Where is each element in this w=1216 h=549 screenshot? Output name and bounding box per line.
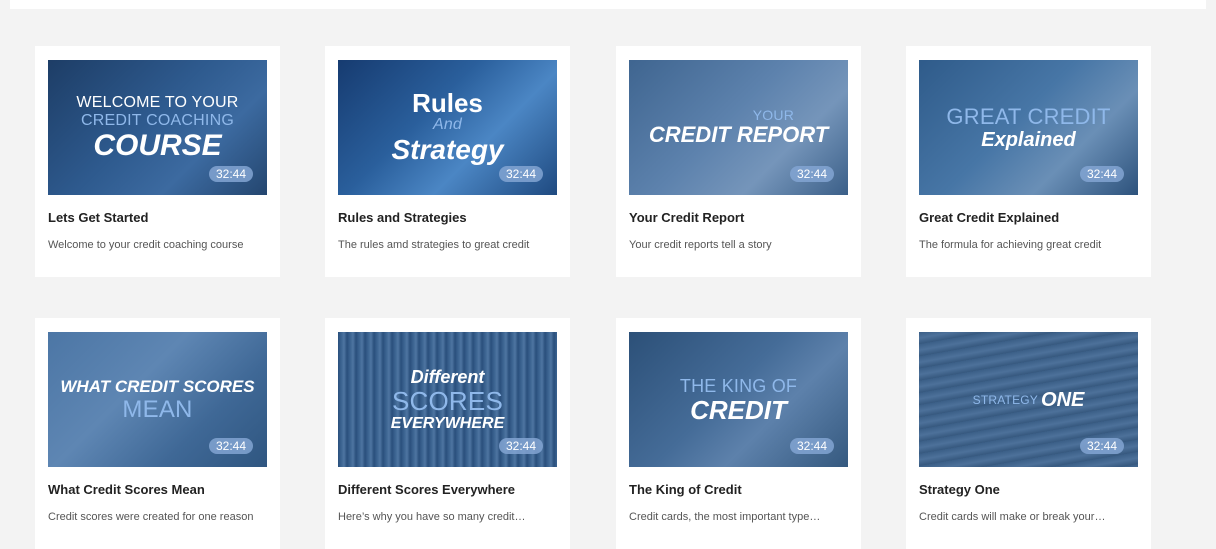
course-thumbnail[interactable]: WHAT CREDIT SCORES MEAN 32:44 bbox=[48, 332, 267, 467]
thumbnail-text-line1: WHAT CREDIT SCORES bbox=[60, 376, 255, 396]
duration-badge: 32:44 bbox=[208, 438, 253, 454]
course-thumbnail[interactable]: Different SCORES EVERYWHERE 32:44 bbox=[338, 332, 557, 467]
course-title[interactable]: Your Credit Report bbox=[629, 210, 854, 225]
course-description: Your credit reports tell a story bbox=[629, 239, 772, 251]
course-card[interactable]: WELCOME TO YOUR CREDIT COACHING COURSE 3… bbox=[35, 46, 280, 277]
course-description: Here’s why you have so many credit… bbox=[338, 511, 526, 523]
thumbnail-text-line3: Strategy bbox=[391, 133, 504, 165]
thumbnail-text-line2: Explained bbox=[981, 128, 1076, 151]
thumbnail-text-line1: STRATEGY bbox=[972, 392, 1039, 407]
course-description: Credit cards will make or break your… bbox=[919, 511, 1106, 523]
thumbnail-text-line1: THE KING OF bbox=[679, 375, 798, 396]
course-thumbnail[interactable]: STRATEGY ONE 32:44 bbox=[919, 332, 1138, 467]
course-thumbnail[interactable]: THE KING OF CREDIT 32:44 bbox=[629, 332, 848, 467]
course-card[interactable]: WHAT CREDIT SCORES MEAN 32:44 What Credi… bbox=[35, 318, 280, 549]
course-thumbnail[interactable]: GREAT CREDIT Explained 32:44 bbox=[919, 60, 1138, 195]
course-description: Welcome to your credit coaching course bbox=[48, 239, 244, 251]
course-grid: WELCOME TO YOUR CREDIT COACHING COURSE 3… bbox=[0, 0, 1216, 549]
thumbnail-text-line1: Different bbox=[410, 366, 485, 387]
course-title[interactable]: Different Scores Everywhere bbox=[338, 482, 563, 497]
thumbnail-text-line3: EVERYWHERE bbox=[390, 414, 505, 432]
thumbnail-text-line3: COURSE bbox=[93, 128, 222, 162]
thumbnail-text-line1: Rules bbox=[412, 87, 483, 118]
course-title[interactable]: The King of Credit bbox=[629, 482, 854, 497]
thumbnail-text-line1: WELCOME TO YOUR bbox=[76, 93, 239, 111]
course-title[interactable]: Strategy One bbox=[919, 482, 1144, 497]
course-description: The rules amd strategies to great credit bbox=[338, 239, 530, 251]
duration-badge: 32:44 bbox=[1079, 438, 1124, 454]
duration-badge: 32:44 bbox=[208, 166, 253, 182]
thumbnail-text-line2: CREDIT COACHING bbox=[81, 111, 234, 129]
thumbnail-text-line2: MEAN bbox=[122, 395, 193, 423]
duration-badge: 32:44 bbox=[1079, 166, 1124, 182]
course-card[interactable]: Rules And Strategy 32:44 Rules and Strat… bbox=[325, 46, 570, 277]
course-thumbnail[interactable]: YOUR CREDIT REPORT 32:44 bbox=[629, 60, 848, 195]
course-card[interactable]: Different SCORES EVERYWHERE 32:44 Differ… bbox=[325, 318, 570, 549]
thumbnail-text-line2: And bbox=[432, 115, 463, 133]
course-thumbnail[interactable]: Rules And Strategy 32:44 bbox=[338, 60, 557, 195]
thumbnail-text-line1: GREAT CREDIT bbox=[946, 103, 1111, 129]
duration-badge: 32:44 bbox=[498, 166, 543, 182]
duration-badge: 32:44 bbox=[789, 166, 834, 182]
course-card[interactable]: THE KING OF CREDIT 32:44 The King of Cre… bbox=[616, 318, 861, 549]
course-title[interactable]: Lets Get Started bbox=[48, 210, 273, 225]
thumbnail-text-line1: YOUR bbox=[752, 106, 794, 123]
duration-badge: 32:44 bbox=[789, 438, 834, 454]
course-title[interactable]: Rules and Strategies bbox=[338, 210, 563, 225]
course-title[interactable]: What Credit Scores Mean bbox=[48, 482, 273, 497]
course-title[interactable]: Great Credit Explained bbox=[919, 210, 1144, 225]
course-description: Credit scores were created for one reaso… bbox=[48, 511, 254, 523]
course-card[interactable]: STRATEGY ONE 32:44 Strategy One Credit c… bbox=[906, 318, 1151, 549]
thumbnail-text-line2: CREDIT REPORT bbox=[648, 121, 829, 147]
course-card[interactable]: GREAT CREDIT Explained 32:44 Great Credi… bbox=[906, 46, 1151, 277]
duration-badge: 32:44 bbox=[498, 438, 543, 454]
thumbnail-text-line2: SCORES bbox=[391, 385, 503, 416]
course-description: Credit cards, the most important type… bbox=[629, 511, 821, 523]
thumbnail-text-line2: ONE bbox=[1041, 388, 1085, 411]
thumbnail-text-line2: CREDIT bbox=[690, 394, 787, 425]
course-description: The formula for achieving great credit bbox=[919, 239, 1102, 251]
course-thumbnail[interactable]: WELCOME TO YOUR CREDIT COACHING COURSE 3… bbox=[48, 60, 267, 195]
course-card[interactable]: YOUR CREDIT REPORT 32:44 Your Credit Rep… bbox=[616, 46, 861, 277]
